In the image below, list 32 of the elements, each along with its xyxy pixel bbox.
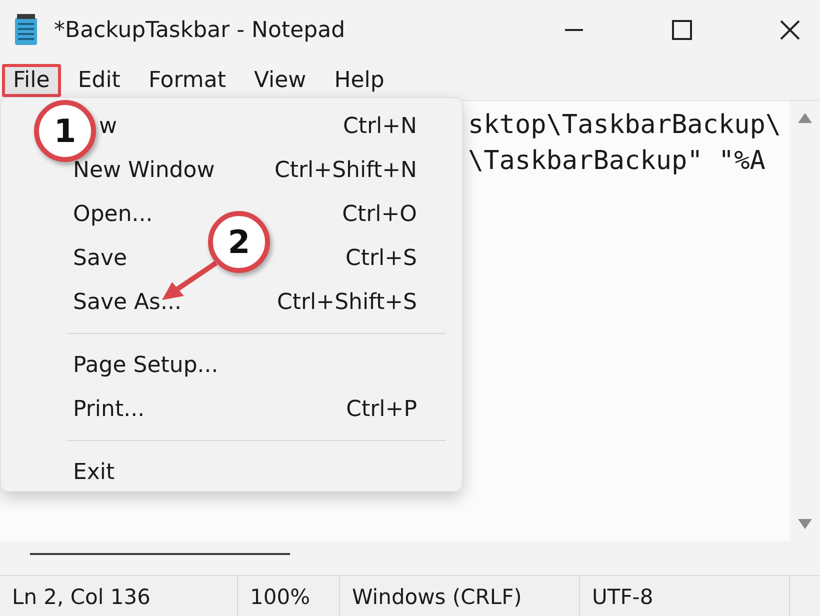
status-text: Windows (CRLF): [352, 584, 522, 608]
menu-item[interactable]: View: [242, 64, 318, 96]
scroll-down-icon[interactable]: [798, 519, 812, 529]
status-text: UTF-8: [592, 584, 654, 608]
menu-option[interactable]: Print...: [73, 396, 145, 422]
menu-option[interactable]: Open...: [73, 202, 153, 226]
shortcut-text: Ctrl+O: [342, 202, 417, 226]
menu-option[interactable]: w: [99, 114, 117, 138]
menu-option[interactable]: Save As...: [73, 290, 182, 314]
menu-option[interactable]: Exit: [73, 460, 115, 484]
shortcut-text: Ctrl+S: [345, 246, 417, 270]
status-text: 100%: [250, 584, 310, 608]
scroll-up-icon[interactable]: [798, 113, 812, 123]
window-title: *BackupTaskbar - Notepad: [54, 18, 346, 42]
status-text: Ln 2, Col 136: [12, 584, 150, 608]
shortcut-text: Ctrl+P: [346, 396, 417, 422]
shortcut-text: Ctrl+Shift+N: [274, 158, 417, 182]
maximize-icon: [672, 20, 692, 40]
text-line: \TaskbarBackup" "%A: [468, 145, 766, 178]
menu-option[interactable]: Page Setup...: [73, 352, 218, 378]
menu-item[interactable]: Format: [137, 64, 237, 96]
minimize-icon: [564, 29, 584, 31]
notepad-icon: [14, 14, 38, 46]
menu-option[interactable]: Save: [73, 246, 128, 270]
shortcut-text: Ctrl+Shift+S: [277, 290, 417, 314]
menu-item[interactable]: File: [2, 64, 61, 96]
menu-item[interactable]: Help: [323, 64, 396, 96]
scrollbar-thumb[interactable]: [30, 553, 290, 555]
close-icon: [780, 20, 800, 40]
menu-item[interactable]: Edit: [66, 64, 132, 96]
text-line: sktop\TaskbarBackup\: [468, 109, 782, 142]
shortcut-text: Ctrl+N: [342, 114, 417, 138]
